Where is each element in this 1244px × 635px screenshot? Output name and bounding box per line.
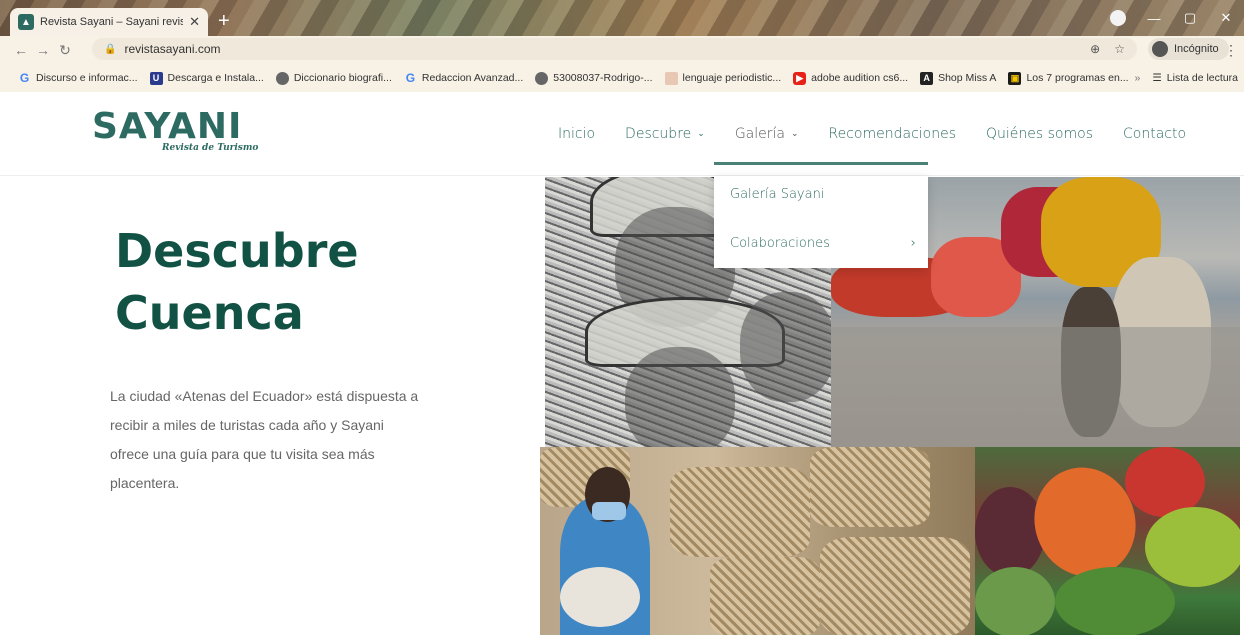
- logo-text: SAYANI: [92, 106, 243, 147]
- nav-item-galeria[interactable]: Galería ⌄: [735, 126, 799, 142]
- minimize-icon[interactable]: —: [1136, 6, 1172, 30]
- globe-icon: [535, 71, 549, 85]
- chevron-down-icon: ⌄: [790, 129, 799, 139]
- site-logo[interactable]: SAYANI Revista de Turismo: [92, 106, 258, 154]
- bookmark-item[interactable]: U Descarga e Instala...: [149, 71, 264, 85]
- bookmark-star-icon[interactable]: ☆: [1114, 42, 1125, 56]
- image-icon: [664, 71, 678, 85]
- reading-list-icon: ☰: [1152, 72, 1162, 84]
- incognito-icon: [1152, 41, 1168, 57]
- globe-icon: [275, 71, 289, 85]
- main-nav: Inicio Descubre ⌄ Galería ⌄ Recomendacione…: [558, 126, 1216, 142]
- nav-item-inicio[interactable]: Inicio: [558, 126, 595, 142]
- nav-item-descubre[interactable]: Descubre ⌄: [625, 126, 705, 142]
- back-icon[interactable]: ←: [10, 42, 32, 58]
- url-bar[interactable]: 🔒 revistasayani.com ⊕ ☆: [92, 38, 1137, 60]
- reload-icon[interactable]: ↻: [54, 42, 76, 59]
- zoom-icon[interactable]: ⊕: [1090, 42, 1100, 56]
- browser-menu-icon[interactable]: ⋮: [1224, 42, 1238, 59]
- bookmarks-bar: G Discurso e informac... U Descarga e Inst…: [0, 64, 1244, 92]
- dropdown-item-colaboraciones[interactable]: Colaboraciones ›: [730, 236, 916, 251]
- lock-icon[interactable]: 🔒: [104, 44, 116, 55]
- a-icon: A: [920, 71, 934, 85]
- window-controls: — ▢ ✕: [1100, 6, 1244, 30]
- galeria-dropdown: Galería Sayani Colaboraciones ›: [714, 176, 928, 268]
- tab-close-icon[interactable]: ✕: [189, 14, 200, 30]
- maximize-icon[interactable]: ▢: [1172, 6, 1208, 30]
- hero-section: Descubre Cuenca La ciudad «Atenas del Ec…: [0, 177, 545, 635]
- tab-title: Revista Sayani – Sayani revista d: [40, 16, 184, 28]
- bookmark-item[interactable]: A Shop Miss A: [920, 71, 996, 85]
- square-icon: ▣: [1008, 71, 1022, 85]
- hero-description: La ciudad «Atenas del Ecuador» está disp…: [110, 388, 419, 491]
- reading-list[interactable]: ☰ Lista de lectura: [1152, 72, 1238, 84]
- site-header: SAYANI Revista de Turismo Inicio Descubr…: [0, 92, 1244, 176]
- incognito-badge[interactable]: Incógnito: [1148, 38, 1229, 60]
- bookmark-item[interactable]: ▣ Los 7 programas en...: [1008, 71, 1129, 85]
- google-icon: G: [405, 71, 416, 85]
- dropdown-item-galeria-sayani[interactable]: Galería Sayani: [730, 187, 916, 202]
- chevron-down-icon: ⌄: [697, 129, 705, 139]
- bookmark-item[interactable]: 53008037-Rodrigo-...: [535, 71, 653, 85]
- site-favicon-icon: ▲: [18, 14, 34, 30]
- chevron-right-icon: ›: [910, 236, 916, 251]
- nav-active-underline: [714, 162, 928, 165]
- incognito-label: Incógnito: [1174, 43, 1219, 55]
- nav-item-recomendaciones[interactable]: Recomendaciones: [829, 126, 957, 142]
- youtube-icon: ▶: [793, 71, 807, 85]
- nav-item-quienes-somos[interactable]: Quiénes somos: [986, 126, 1093, 142]
- bookmark-item[interactable]: G Discurso e informac...: [18, 71, 138, 85]
- address-bar-row: ← → ↻ 🔒 revistasayani.com ⊕ ☆ Incógnito …: [0, 36, 1244, 64]
- bookmark-item[interactable]: Diccionario biografi...: [275, 71, 392, 85]
- window-close-icon[interactable]: ✕: [1208, 6, 1244, 30]
- market-vegetables-image: [975, 447, 1240, 635]
- google-icon: G: [19, 71, 30, 85]
- u-icon: U: [149, 71, 163, 85]
- nav-item-contacto[interactable]: Contacto: [1123, 126, 1186, 142]
- url-text[interactable]: revistasayani.com: [124, 42, 220, 56]
- hero-title: Descubre Cuenca: [115, 224, 359, 340]
- browser-tab[interactable]: ▲ Revista Sayani – Sayani revista d ✕: [10, 8, 208, 36]
- logo-subtitle: Revista de Turismo: [162, 143, 259, 153]
- forward-icon[interactable]: →: [32, 42, 54, 58]
- bookmark-item[interactable]: ▶ adobe audition cs6...: [793, 71, 908, 85]
- bookmark-item[interactable]: lenguaje periodistic...: [664, 71, 781, 85]
- basket-weaver-image: [540, 447, 975, 635]
- new-tab-button[interactable]: +: [218, 10, 230, 32]
- bookmark-item[interactable]: G Redaccion Avanzad...: [404, 71, 524, 85]
- extension-record-icon[interactable]: [1100, 6, 1136, 30]
- bookmarks-overflow-icon[interactable]: »: [1135, 72, 1141, 84]
